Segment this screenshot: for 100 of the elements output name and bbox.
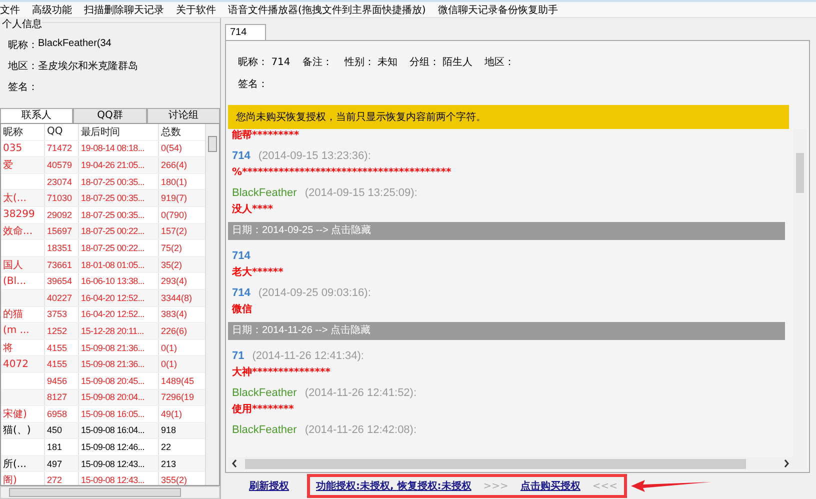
table-cell: 0(1) [161, 359, 178, 370]
field-label: 性别： [344, 57, 374, 68]
table-cell: 035 [3, 142, 22, 154]
table-cell: (m ... [3, 325, 30, 336]
table-row[interactable]: 所(... 497 15-09-08 12:43... 213 [1, 456, 205, 472]
menu-item[interactable]: 高级功能 [32, 2, 72, 16]
table-cell: 181 [47, 442, 62, 452]
column-header[interactable]: QQ [45, 124, 79, 140]
table-cell: 15-09-08 21:36... [81, 359, 144, 370]
menu-item[interactable]: 微信聊天记录备份恢复助手 [438, 2, 558, 16]
vertical-scrollbar[interactable] [793, 129, 807, 470]
table-cell: 919(7) [161, 193, 188, 204]
message-text: %**************************************** [231, 166, 452, 180]
table-cell-text: 所(... [3, 458, 26, 471]
table-cell: 0(790) [161, 210, 188, 220]
notice-banner: 您尚未购买恢复授权，当前只显示恢复内容前两个字符。 [228, 105, 789, 129]
table-row[interactable]: 40227 16-04-20 12:52... 3344(8) [1, 290, 205, 307]
field-label: 备注： [302, 57, 332, 68]
table-cell: 7296(19 [161, 392, 194, 402]
table-cell: 71030 [47, 193, 72, 204]
tab[interactable]: QQ群 [73, 108, 147, 123]
field-value: 陌生人 [442, 57, 473, 68]
table-cell: 16-06-10 13:38... [81, 276, 144, 286]
license-status-link[interactable]: 功能授权:未授权, 恢复授权:未授权 [316, 479, 472, 493]
column-header[interactable]: 昵称 [1, 124, 45, 140]
table-cell: 6958 [47, 408, 68, 419]
column-header[interactable]: 最后时间 [79, 124, 159, 140]
table-cell: (Bl... [3, 276, 26, 287]
table-cell: 35(2) [161, 260, 182, 270]
field-label: 地区： [8, 60, 38, 73]
table-cell: 18-07-25 00:22... [81, 226, 144, 236]
sender-name: BlackFeather [232, 187, 297, 199]
table-cell: 38299 [3, 209, 35, 220]
sender-name: BlackFeather [232, 387, 297, 399]
table-cell: 18351 [47, 242, 72, 253]
table-row[interactable]: 爱 40579 19-04-26 21:05... 266(4) [1, 157, 205, 174]
table-cell: 293(4) [161, 276, 188, 286]
table-cell: 15-12-28 20:11... [81, 326, 144, 336]
field-label: 签名： [8, 81, 38, 94]
tab[interactable]: 讨论组 [146, 108, 220, 123]
field-value: BlackFeather(34 [38, 38, 112, 51]
table-cell: 4155 [47, 359, 68, 370]
chevrons: <<< [592, 480, 618, 492]
table-cell: 266(4) [161, 160, 188, 170]
menu-item[interactable]: 文件 [0, 2, 20, 16]
field-label: 签名： [238, 79, 268, 90]
table-cell: 226(6) [161, 326, 188, 336]
field-label: 地区： [484, 57, 515, 68]
table-cell: 73661 [47, 260, 72, 270]
table-cell: 18-07-25 00:22... [81, 242, 144, 253]
horizontal-scrollbar[interactable] [0, 486, 220, 499]
menu-item[interactable]: 扫描删除聊天记录 [84, 2, 164, 16]
table-cell: 355(2) [161, 475, 188, 485]
table-cell: 19-08-14 08:18... [81, 143, 144, 154]
table-cell: 16-04-20 12:52... [81, 292, 144, 303]
menu-item[interactable]: 关于软件 [176, 2, 216, 16]
table-cell: 0(1) [161, 342, 178, 353]
table-cell-text: 国人 [3, 258, 23, 272]
buy-link[interactable]: 点击购买授权 [520, 479, 580, 493]
message-time: (2014-09-25 09:03:16): [258, 287, 371, 299]
table-cell: 15697 [47, 226, 72, 236]
vertical-scrollbar[interactable] [205, 124, 219, 485]
table-row[interactable]: 4072 4155 15-09-08 21:36... 0(1) [1, 356, 205, 373]
table-cell: 18-07-25 00:35... [81, 193, 144, 204]
table-cell: 18-07-25 00:35... [81, 176, 144, 187]
scroll-left-icon[interactable] [231, 459, 238, 468]
table-row[interactable]: 8127 15-09-08 20:04... 7296(19 [1, 390, 205, 406]
table-cell: 1252 [47, 326, 68, 336]
table-row[interactable]: 效命... 15697 18-07-25 00:22... 157(2) [1, 224, 205, 240]
table-row[interactable]: 国人 73661 18-01-08 01:05... 35(2) [1, 256, 205, 274]
table-cell: 0(54) [161, 143, 182, 154]
message-time: (2014-11-26 12:41:52): [304, 387, 417, 399]
table-cell: 383(4) [161, 309, 188, 320]
table-cell: 23074 [47, 176, 72, 187]
table-cell: 918 [161, 425, 176, 436]
column-header[interactable]: 总数 [159, 124, 205, 140]
table-cell: 1489(45 [161, 376, 194, 386]
table-row[interactable]: 太(... 71030 18-07-25 00:35... 919(7) [1, 190, 205, 207]
scroll-right-icon[interactable] [783, 459, 790, 468]
message-time: (2014-09-15 13:25:09): [304, 187, 418, 199]
table-cell: 3753 [47, 309, 68, 320]
table-cell: 180(1) [161, 176, 188, 187]
tab[interactable]: 联系人 [0, 108, 74, 123]
table-row[interactable]: 猫(、) 450 15-09-08 16:04... 918 [1, 422, 205, 440]
message-time: (2014-11-26 12:41:34): [252, 350, 364, 362]
field-label: 分组： [409, 57, 440, 68]
refresh-link[interactable]: 刷新授权 [249, 479, 289, 493]
table-cell: 213 [161, 458, 176, 469]
table-cell: 3344(8) [161, 292, 192, 303]
message-text: 大神*************** [231, 366, 332, 380]
horizontal-scrollbar[interactable] [228, 457, 793, 470]
table-cell: 16-04-20 12:52... [81, 309, 144, 320]
message-text: 没人**** [231, 203, 274, 217]
table-cell-text: 爱 [3, 158, 13, 172]
table-cell: 272 [47, 475, 62, 485]
field-label: 昵称： [238, 57, 268, 68]
tab[interactable]: 714 [225, 24, 266, 40]
table-cell-text: 猫(、) [3, 424, 31, 438]
table-row[interactable]: (m ... 1252 15-12-28 20:11... 226(6) [1, 323, 205, 340]
menu-item[interactable]: 语音文件播放器(拖拽文件到主界面快捷播放) [228, 2, 426, 16]
